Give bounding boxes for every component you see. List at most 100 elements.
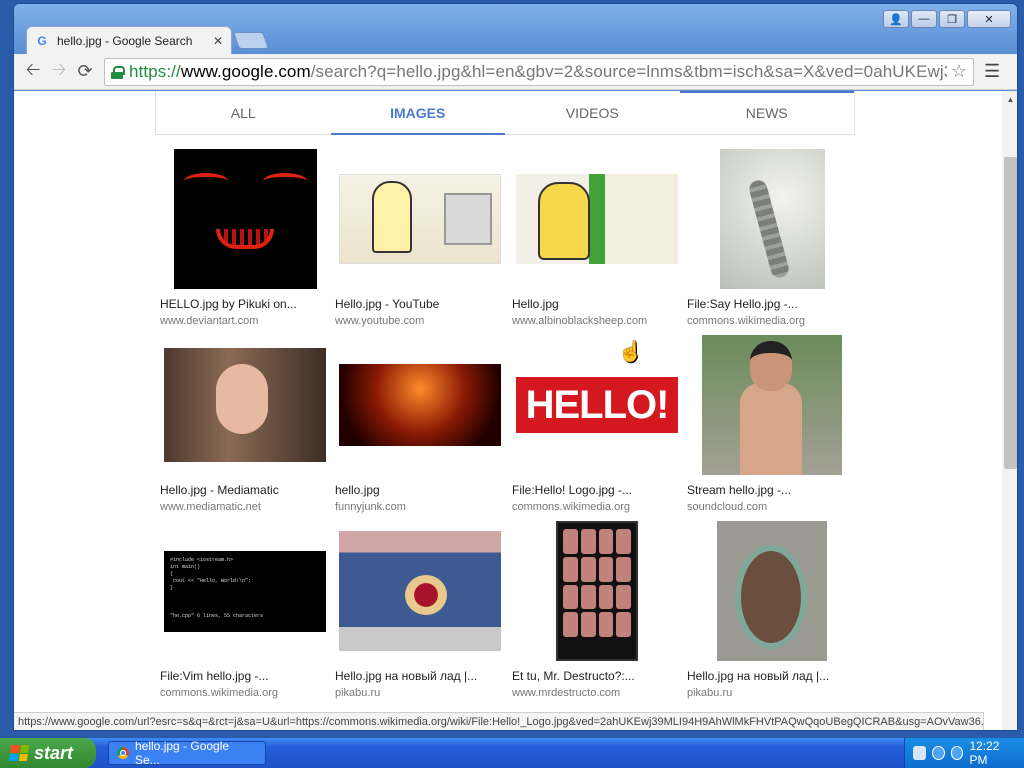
windows-flag-icon <box>8 745 30 761</box>
scroll-thumb[interactable] <box>1004 157 1017 469</box>
result-thumbnail[interactable] <box>687 335 857 475</box>
phone-image <box>556 521 638 661</box>
page-viewport: ALL IMAGES VIDEOS NEWS HELLO.jpg by Piku… <box>14 91 1017 730</box>
result-title[interactable]: Hello.jpg - Mediamatic <box>160 483 330 497</box>
browser-toolbar: 🡠 🡢 ⟳ https://www.google.com/search?q=he… <box>14 54 1017 90</box>
image-result[interactable]: Hello.jpg на новый лад |... pikabu.ru <box>687 521 857 699</box>
result-title[interactable]: Hello.jpg - YouTube <box>335 297 505 311</box>
result-site: www.mediamatic.net <box>160 501 261 513</box>
search-tabs: ALL IMAGES VIDEOS NEWS <box>155 91 855 135</box>
result-site: soundcloud.com <box>687 501 768 513</box>
result-thumbnail[interactable] <box>160 335 330 475</box>
scroll-up-icon[interactable]: ▲ <box>1002 91 1017 108</box>
image-result[interactable]: Et tu, Mr. Destructo?:... www.mrdestruct… <box>512 521 682 699</box>
back-icon[interactable]: 🡠 <box>20 59 46 85</box>
url-host: www.google.com <box>180 61 311 81</box>
result-thumbnail[interactable] <box>160 149 330 289</box>
close-window-button[interactable]: ✕ <box>967 10 1011 28</box>
result-title[interactable]: Hello.jpg на новый лад |... <box>335 669 505 683</box>
result-thumbnail[interactable] <box>335 335 505 475</box>
result-title[interactable]: HELLO.jpg by Pikuki on... <box>160 297 330 311</box>
result-title[interactable]: Et tu, Mr. Destructo?:... <box>512 669 682 683</box>
result-title[interactable]: Hello.jpg на новый лад |... <box>687 669 857 683</box>
result-site: funnyjunk.com <box>335 501 406 513</box>
image-result[interactable]: #include <iostream.h> int main(){ cout <<… <box>160 521 330 699</box>
reload-icon[interactable]: ⟳ <box>72 59 98 85</box>
hand-cursor-icon: ☝ <box>618 341 643 363</box>
address-bar[interactable]: https://www.google.com/search?q=hello.jp… <box>104 57 974 86</box>
tab-title: hello.jpg - Google Search <box>57 33 193 48</box>
result-site: www.albinoblacksheep.com <box>512 315 648 327</box>
google-favicon-icon: G <box>37 33 47 48</box>
tab-all[interactable]: ALL <box>156 91 331 134</box>
result-thumbnail[interactable]: HELLO! <box>512 335 682 475</box>
tab-close-icon[interactable]: ✕ <box>213 34 223 48</box>
fire-image <box>339 364 501 446</box>
result-site: pikabu.ru <box>335 687 381 699</box>
taskbar: start hello.jpg - Google Se... 12:22 PM <box>0 738 1024 768</box>
tab-videos[interactable]: VIDEOS <box>505 91 680 134</box>
result-thumbnail[interactable] <box>687 149 857 289</box>
image-result[interactable]: Hello.jpg - YouTube www.youtube.com <box>335 149 505 327</box>
image-result[interactable]: Hello.jpg - Mediamatic www.mediamatic.ne… <box>160 335 330 513</box>
result-title[interactable]: Hello.jpg <box>512 297 682 311</box>
cartoon-image <box>339 174 501 264</box>
image-result[interactable]: HELLO.jpg by Pikuki on... www.deviantart… <box>160 149 330 327</box>
new-tab-button[interactable] <box>232 32 270 49</box>
url-scheme: https:// <box>129 61 181 81</box>
menu-icon[interactable]: ☰ <box>984 61 1000 82</box>
image-result[interactable]: Hello.jpg www.albinoblacksheep.com <box>512 149 682 327</box>
tab-news[interactable]: NEWS <box>679 91 855 134</box>
hello-logo-image: HELLO! <box>516 377 678 433</box>
image-result[interactable]: Hello.jpg на новый лад |... pikabu.ru <box>335 521 505 699</box>
result-thumbnail[interactable] <box>335 521 505 661</box>
image-result[interactable]: Stream hello.jpg -... soundcloud.com <box>687 335 857 513</box>
chrome-window: 👤 — ❐ ✕ G hello.jpg - Google Search ✕ 🡠 … <box>13 3 1018 731</box>
title-bar: 👤 — ❐ ✕ G hello.jpg - Google Search ✕ <box>14 4 1017 54</box>
browser-tab[interactable]: G hello.jpg - Google Search ✕ <box>26 26 232 54</box>
chrome-icon <box>117 747 129 759</box>
bookmark-star-icon[interactable]: ☆ <box>951 61 967 82</box>
profile-button[interactable]: 👤 <box>883 10 909 28</box>
result-thumbnail[interactable] <box>687 521 857 661</box>
start-label: start <box>34 742 74 763</box>
result-title[interactable]: File:Say Hello.jpg -... <box>687 297 857 311</box>
taskbar-item-label: hello.jpg - Google Se... <box>135 739 230 767</box>
maximize-button[interactable]: ❐ <box>939 10 965 28</box>
clock: 12:22 PM <box>969 739 1000 767</box>
url-path: /search?q=hello.jpg&hl=en&gbv=2&source=l… <box>310 61 947 81</box>
result-title[interactable]: File:Vim hello.jpg -... <box>160 669 330 683</box>
keyboard-icon[interactable] <box>913 746 926 760</box>
result-site: www.youtube.com <box>335 315 425 327</box>
arrow-icon[interactable] <box>931 746 945 760</box>
image-result[interactable]: File:Say Hello.jpg -... commons.wikimedi… <box>687 149 857 327</box>
forward-icon[interactable]: 🡢 <box>46 59 72 85</box>
result-thumbnail[interactable] <box>512 521 682 661</box>
volume-icon[interactable] <box>950 746 964 760</box>
result-thumbnail[interactable] <box>335 149 505 289</box>
url-text[interactable]: https://www.google.com/search?q=hello.jp… <box>129 62 947 82</box>
result-title[interactable]: Stream hello.jpg -... <box>687 483 857 497</box>
status-url-bar: https://www.google.com/url?esrc=s&q=&rct… <box>14 712 984 730</box>
tab-images[interactable]: IMAGES <box>330 91 506 135</box>
cartoon-image <box>516 174 678 264</box>
minimize-button[interactable]: — <box>911 10 937 28</box>
lock-icon <box>111 65 125 79</box>
system-tray: 12:22 PM <box>904 738 1024 768</box>
result-title[interactable]: hello.jpg <box>335 483 505 497</box>
image-result[interactable]: hello.jpg funnyjunk.com <box>335 335 505 513</box>
window-controls: 👤 — ❐ ✕ <box>883 10 1011 28</box>
vertical-scrollbar[interactable]: ▲ <box>1002 91 1017 730</box>
result-site: commons.wikimedia.org <box>687 315 805 327</box>
start-button[interactable]: start <box>0 738 96 768</box>
vim-screenshot-image: #include <iostream.h> int main(){ cout <<… <box>164 550 326 632</box>
result-thumbnail[interactable] <box>512 149 682 289</box>
portrait-image <box>164 348 326 462</box>
result-site: commons.wikimedia.org <box>512 501 630 513</box>
result-site: www.mrdestructo.com <box>512 687 621 699</box>
result-site: commons.wikimedia.org <box>160 687 278 699</box>
result-title[interactable]: File:Hello! Logo.jpg -... <box>512 483 682 497</box>
taskbar-chrome-item[interactable]: hello.jpg - Google Se... <box>108 739 266 767</box>
image-result[interactable]: HELLO! File:Hello! Logo.jpg -... commons… <box>512 335 682 513</box>
result-thumbnail[interactable]: #include <iostream.h> int main(){ cout <<… <box>160 521 330 661</box>
